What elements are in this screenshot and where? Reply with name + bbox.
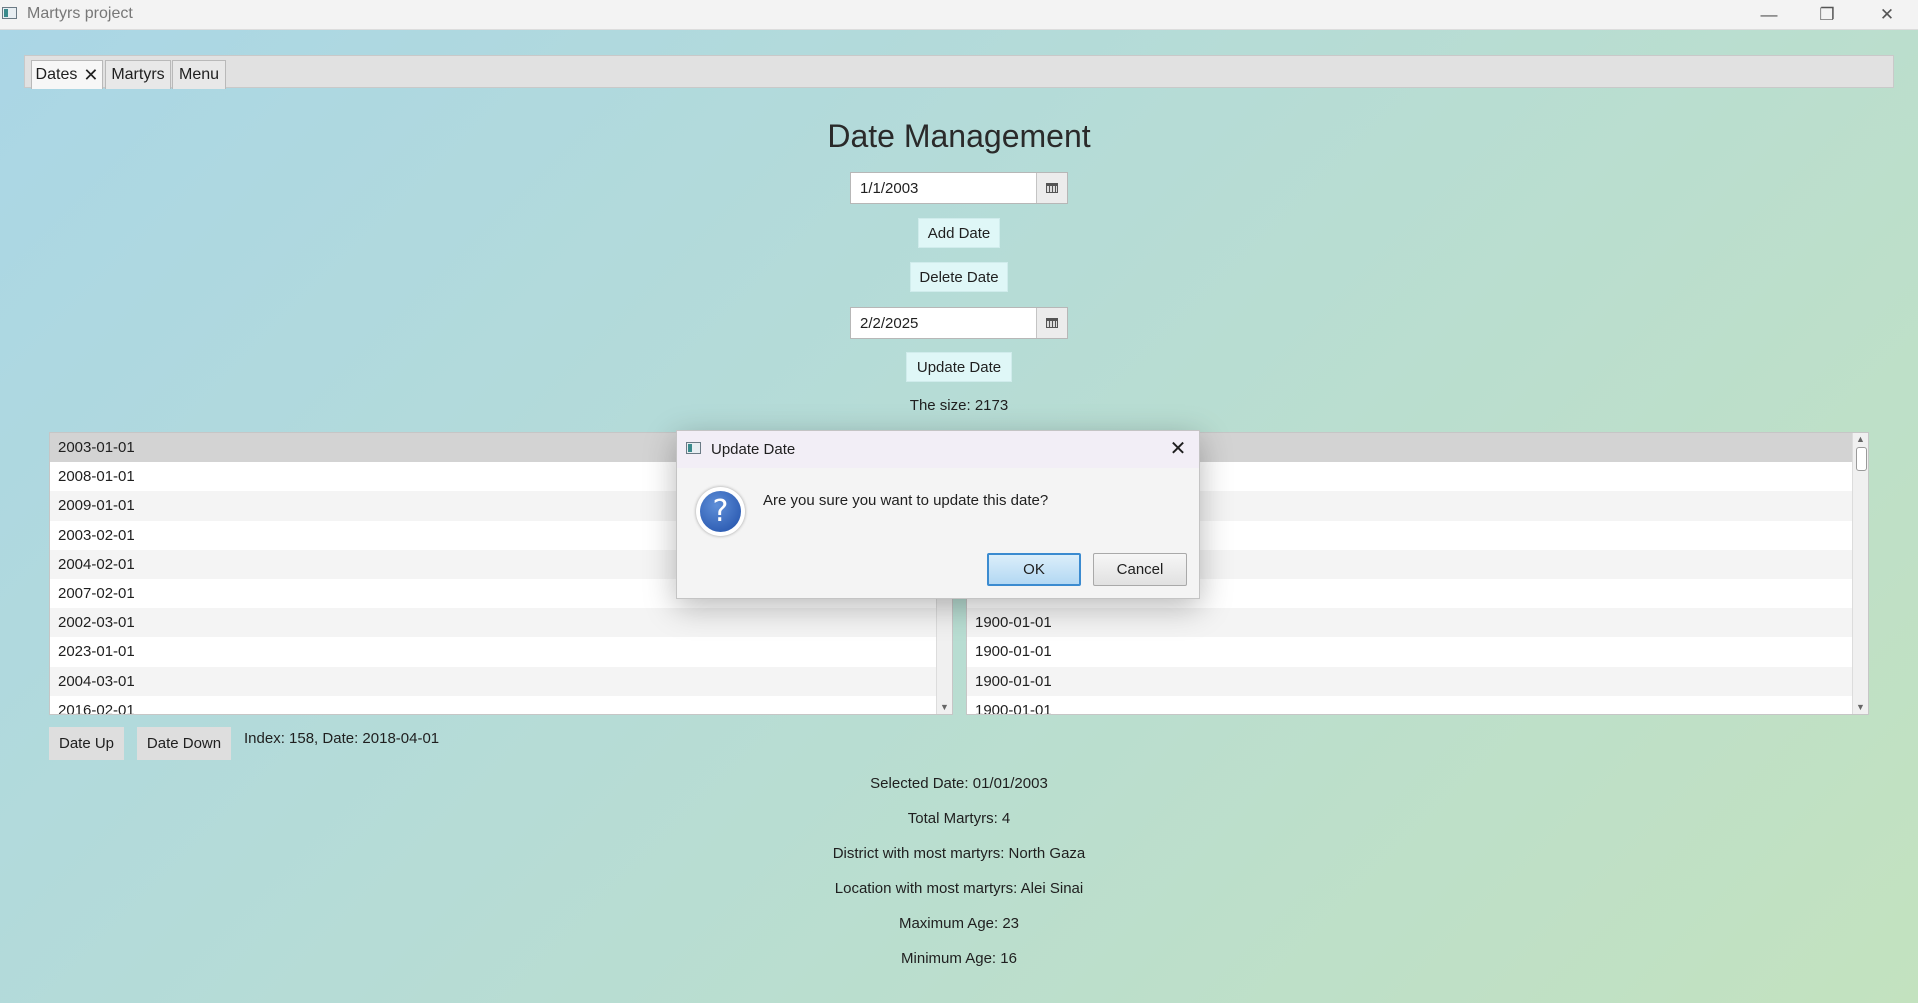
tab-label: Martyrs	[111, 66, 165, 83]
app-icon	[686, 442, 701, 454]
list-item[interactable]: 2016-02-01	[50, 696, 952, 714]
list-item[interactable]: 1900-01-01	[967, 608, 1868, 638]
question-icon: ?	[696, 487, 745, 536]
district-label: District with most martyrs: North Gaza	[832, 845, 1086, 862]
scroll-down-icon[interactable]: ▼	[937, 702, 952, 712]
calendar-icon	[1046, 318, 1058, 328]
window-titlebar: Martyrs project — ❐ ✕	[0, 0, 1918, 30]
tab-bar: Dates ✕ Martyrs Menu	[24, 55, 1894, 89]
dialog-message: Are you sure you want to update this dat…	[763, 492, 1049, 509]
dialog-title: Update Date	[711, 441, 796, 458]
scroll-up-icon[interactable]: ▲	[1853, 434, 1868, 444]
dialog-close-icon[interactable]: ✕	[1165, 436, 1191, 462]
list-item[interactable]: 2002-03-01	[50, 608, 952, 638]
min-age-label: Minimum Age: 16	[901, 950, 1017, 967]
scrollbar-thumb[interactable]	[1856, 447, 1867, 471]
tab-close-icon[interactable]: ✕	[83, 66, 98, 84]
list-item[interactable]: 1900-01-01	[967, 666, 1868, 696]
tab-label: Dates	[35, 66, 78, 83]
update-date-dialog: Update Date ✕ ? Are you sure you want to…	[676, 430, 1200, 599]
date-down-button[interactable]: Date Down	[137, 727, 231, 760]
selected-date-label: Selected Date: 01/01/2003	[870, 775, 1048, 792]
update-date-button[interactable]: Update Date	[906, 352, 1012, 382]
tab-label: Menu	[178, 66, 220, 83]
question-mark: ?	[700, 491, 741, 532]
app-icon	[2, 7, 17, 19]
date-picker[interactable]: 1/1/2003	[850, 172, 1068, 204]
window-title: Martyrs project	[27, 5, 133, 22]
delete-date-button[interactable]: Delete Date	[910, 262, 1008, 292]
tab-menu[interactable]: Menu	[172, 60, 226, 89]
max-age-label: Maximum Age: 23	[898, 915, 1020, 932]
cancel-button[interactable]: Cancel	[1093, 553, 1187, 586]
page-title: Date Management	[827, 118, 1091, 154]
update-date-picker[interactable]: 2/2/2025	[850, 307, 1068, 339]
index-label: Index: 158, Date: 2018-04-01	[244, 730, 440, 747]
calendar-icon	[1046, 183, 1058, 193]
list-item[interactable]: 2023-01-01	[50, 637, 952, 666]
add-date-button[interactable]: Add Date	[918, 218, 1000, 248]
close-window-button[interactable]: ✕	[1858, 0, 1916, 29]
tab-dates[interactable]: Dates ✕	[31, 60, 103, 89]
size-label: The size: 2173	[909, 397, 1009, 414]
location-label: Location with most martyrs: Alei Sinai	[834, 880, 1084, 897]
minimize-button[interactable]: —	[1740, 0, 1798, 29]
scroll-down-icon[interactable]: ▼	[1853, 702, 1868, 712]
list-item[interactable]: 2004-03-01	[50, 666, 952, 696]
tab-martyrs[interactable]: Martyrs	[105, 60, 171, 89]
update-date-input-value[interactable]: 2/2/2025	[860, 315, 918, 332]
date-input-value[interactable]: 1/1/2003	[860, 180, 918, 197]
dialog-titlebar: Update Date ✕	[677, 431, 1199, 468]
calendar-button[interactable]	[1036, 173, 1067, 203]
ok-button[interactable]: OK	[987, 553, 1081, 586]
date-up-button[interactable]: Date Up	[49, 727, 124, 760]
calendar-button[interactable]	[1036, 308, 1067, 338]
total-martyrs-label: Total Martyrs: 4	[907, 810, 1011, 827]
list-item[interactable]: 1900-01-01	[967, 696, 1868, 714]
list-item[interactable]: 1900-01-01	[967, 637, 1868, 666]
restore-button[interactable]: ❐	[1798, 0, 1856, 29]
vertical-scrollbar[interactable]: ▲ ▼	[1852, 433, 1868, 714]
